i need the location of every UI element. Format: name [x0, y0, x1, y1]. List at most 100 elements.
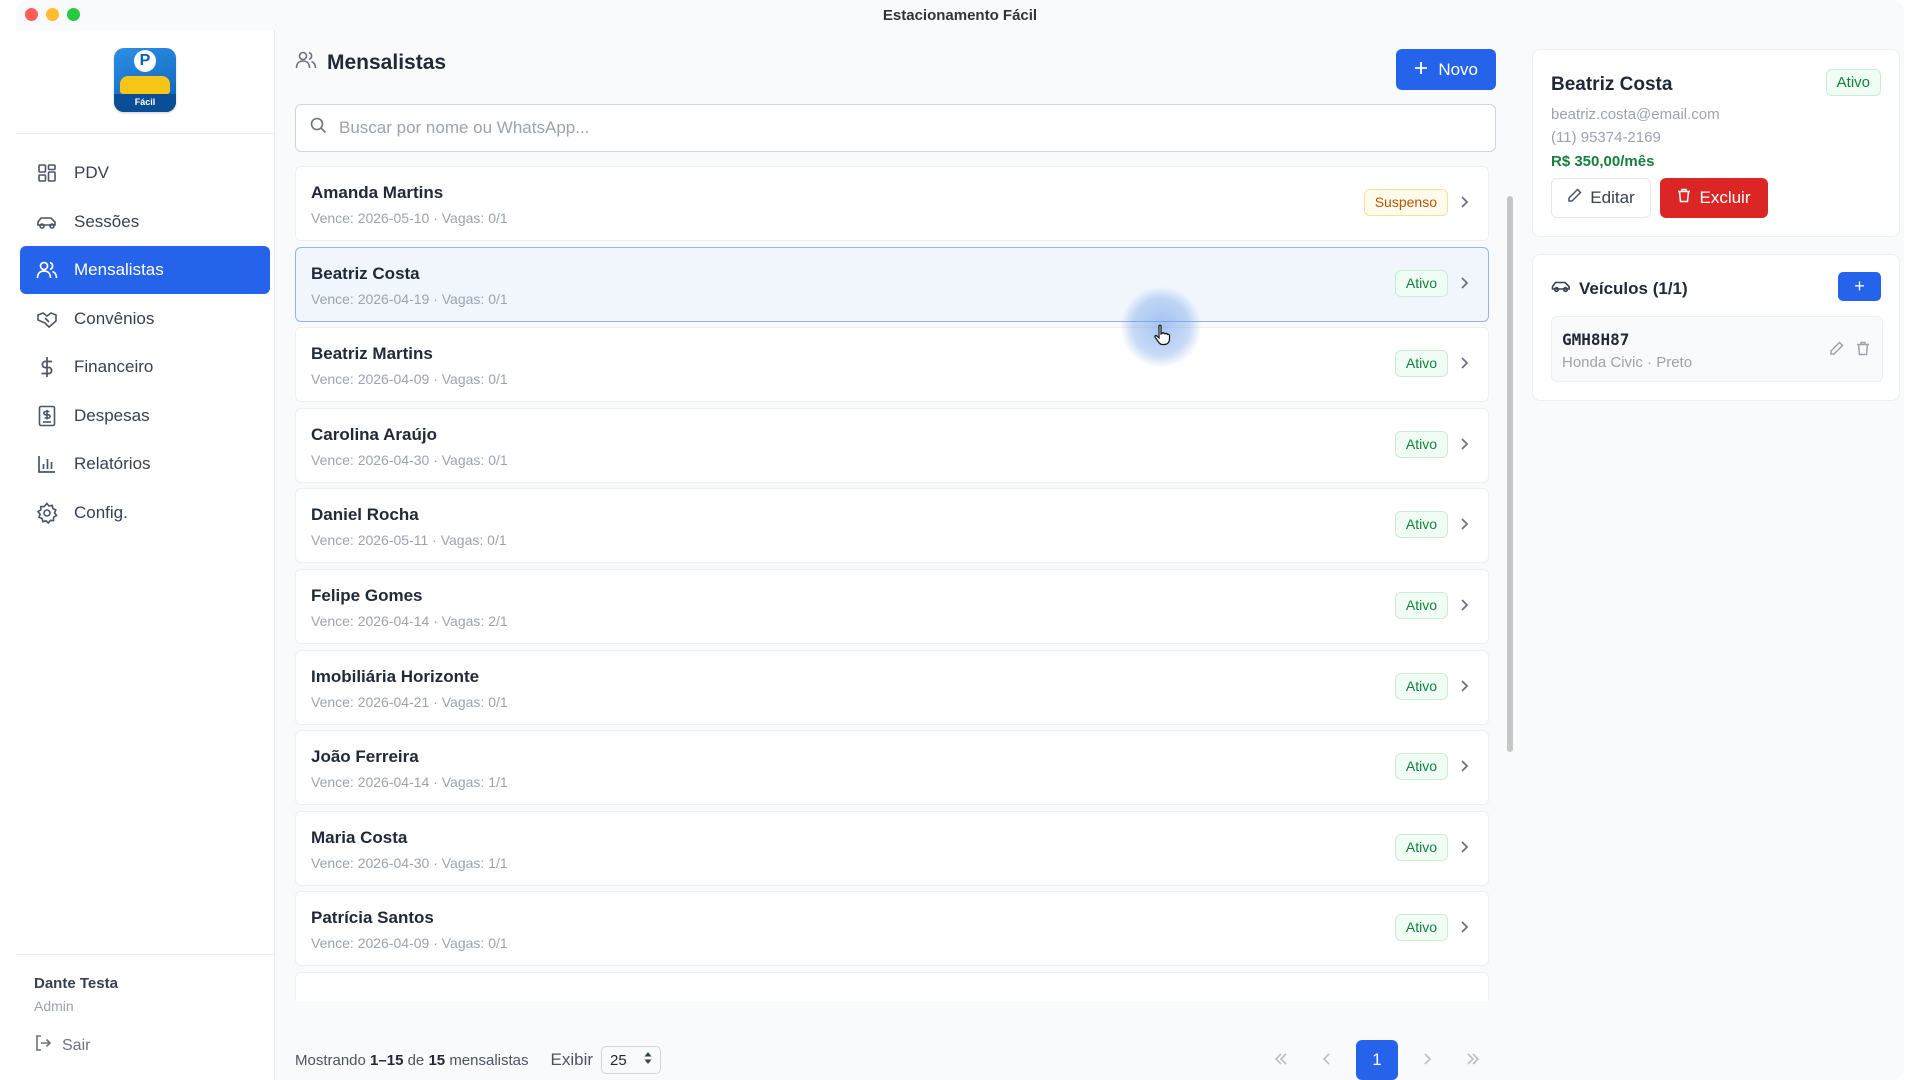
close-window-button[interactable] — [25, 8, 38, 21]
showing-suffix: mensalistas — [449, 1051, 529, 1069]
list-footer: Mostrando 1–15 de 15 mensalistas Exibir … — [295, 1040, 1496, 1080]
list-item[interactable]: Daniel Rocha Vence: 2026-05-11 · Vagas: … — [295, 488, 1489, 564]
member-list: Amanda Martins Vence: 2026-05-10 · Vagas… — [295, 166, 1495, 1001]
chevron-right-icon — [1422, 1050, 1432, 1071]
delete-button[interactable]: Excluir — [1660, 178, 1768, 218]
member-name: Felipe Gomes — [311, 585, 423, 605]
status-badge: Ativo — [1394, 511, 1448, 539]
chevron-right-icon — [1459, 757, 1473, 775]
vehicle-model: Honda Civic · Preto — [1562, 354, 1693, 371]
grid-icon — [36, 162, 58, 184]
vehicles-header: Veículos (1/1) — [1551, 278, 1688, 299]
sidebar: P Fácil PDV Sessões Mensalistas Convênio… — [16, 30, 275, 1080]
handshake-icon — [36, 308, 58, 330]
showing-range: 1–15 — [370, 1051, 404, 1069]
detail-email: beatriz.costa@email.com — [1551, 106, 1720, 123]
user-name: Dante Testa — [34, 975, 118, 992]
first-page-button[interactable] — [1258, 1040, 1304, 1080]
minimize-window-button[interactable] — [46, 8, 59, 21]
sidebar-item-label: Mensalistas — [74, 260, 164, 279]
edit-button-label: Editar — [1590, 188, 1635, 207]
page-button-current[interactable]: 1 — [1356, 1040, 1398, 1080]
list-item[interactable]: Felipe Gomes Vence: 2026-04-14 · Vagas: … — [295, 568, 1489, 644]
sidebar-item-relatorios[interactable]: Relatórios — [20, 440, 270, 488]
trash-icon — [1677, 188, 1691, 208]
vehicle-plate: GMH8H87 — [1562, 330, 1630, 349]
page-title: Mensalistas — [327, 50, 447, 74]
edit-vehicle-pencil-icon[interactable] — [1829, 341, 1844, 361]
car-logo-shape — [120, 76, 170, 94]
vehicles-card: Veículos (1/1) + GMH8H87 Honda Civic · P… — [1532, 254, 1900, 401]
add-vehicle-button[interactable]: + — [1838, 272, 1881, 301]
member-meta: Vence: 2026-04-14 · Vagas: 2/1 — [311, 612, 508, 629]
sidebar-item-pdv[interactable]: PDV — [20, 149, 270, 197]
delete-vehicle-trash-icon[interactable] — [1856, 341, 1870, 361]
vehicle-item: GMH8H87 Honda Civic · Preto — [1551, 316, 1883, 382]
user-block: Dante Testa Admin Sair — [16, 954, 274, 1080]
chevron-right-icon — [1459, 918, 1473, 936]
logo-area: P Fácil — [16, 30, 274, 134]
status-badge: Ativo — [1394, 350, 1448, 378]
list-item[interactable]: Carolina Araújo Vence: 2026-04-30 · Vaga… — [295, 407, 1489, 483]
sidebar-item-mensalistas[interactable]: Mensalistas — [20, 246, 270, 294]
prev-page-button[interactable] — [1304, 1040, 1350, 1080]
detail-status-badge: Ativo — [1825, 69, 1881, 96]
new-button-label: Novo — [1438, 59, 1478, 79]
logo-text: Fácil — [134, 97, 156, 107]
list-item[interactable]: Imobiliária Horizonte Vence: 2026-04-21 … — [295, 649, 1489, 725]
showing-of: de — [407, 1051, 425, 1069]
pencil-icon — [1567, 188, 1582, 208]
new-member-button[interactable]: Novo — [1396, 49, 1496, 90]
gear-icon — [36, 501, 58, 524]
member-name: Maria Costa — [311, 827, 408, 847]
list-item[interactable]: Patrícia Santos Vence: 2026-04-09 · Vaga… — [295, 891, 1489, 967]
chevron-right-icon — [1459, 193, 1473, 211]
member-name: Daniel Rocha — [311, 505, 419, 525]
list-item[interactable]: Maria Costa Vence: 2026-04-30 · Vagas: 1… — [295, 810, 1489, 886]
status-badge: Ativo — [1394, 591, 1448, 619]
list-item[interactable]: João Ferreira Vence: 2026-04-14 · Vagas:… — [295, 730, 1489, 806]
users-icon — [295, 50, 317, 75]
logout-button[interactable]: Sair — [34, 1034, 256, 1057]
sidebar-item-despesas[interactable]: Despesas — [20, 392, 270, 440]
logout-icon — [34, 1034, 52, 1057]
detail-name: Beatriz Costa — [1551, 74, 1673, 95]
list-scrollbar[interactable] — [1507, 196, 1513, 752]
member-detail-card: Beatriz Costa Ativo beatriz.costa@email.… — [1532, 49, 1900, 237]
car-icon — [36, 211, 58, 233]
sidebar-nav: PDV Sessões Mensalistas Convênios Financ… — [16, 149, 274, 537]
chevron-right-icon — [1459, 354, 1473, 372]
status-badge: Ativo — [1394, 753, 1448, 781]
list-item[interactable]: Amanda Martins Vence: 2026-05-10 · Vagas… — [295, 166, 1489, 241]
main-content: Mensalistas Novo Amanda Martins Vence: 2… — [275, 30, 1513, 1080]
showing-prefix: Mostrando — [295, 1051, 366, 1069]
per-page-select[interactable]: 25 — [601, 1046, 662, 1074]
sidebar-item-label: Despesas — [74, 405, 150, 425]
list-item[interactable] — [295, 971, 1489, 1001]
receipt-icon — [36, 405, 58, 427]
search-input[interactable] — [339, 118, 1406, 138]
member-meta: Vence: 2026-04-14 · Vagas: 1/1 — [311, 774, 508, 791]
app-window: Estacionamento Fácil P Fácil PDV Sessões… — [16, 0, 1904, 1080]
status-badge: Ativo — [1394, 914, 1448, 942]
sidebar-item-label: Convênios — [74, 308, 155, 328]
edit-button[interactable]: Editar — [1551, 178, 1651, 218]
sidebar-item-sessoes[interactable]: Sessões — [20, 198, 270, 246]
window-controls — [25, 8, 80, 21]
chevron-right-icon — [1459, 838, 1473, 856]
sidebar-item-financeiro[interactable]: Financeiro — [20, 343, 270, 391]
window-title: Estacionamento Fácil — [882, 6, 1038, 24]
member-meta: Vence: 2026-04-30 · Vagas: 0/1 — [311, 451, 508, 468]
chevron-right-icon — [1459, 515, 1473, 533]
list-item[interactable]: Beatriz Martins Vence: 2026-04-09 · Vaga… — [295, 327, 1489, 403]
double-chevron-left-icon — [1273, 1050, 1289, 1071]
sidebar-item-convenios[interactable]: Convênios — [20, 295, 270, 343]
list-item[interactable]: Beatriz Costa Vence: 2026-04-19 · Vagas:… — [295, 246, 1489, 322]
status-badge: Ativo — [1394, 269, 1448, 297]
status-badge: Suspenso — [1363, 189, 1448, 216]
maximize-window-button[interactable] — [67, 8, 80, 21]
next-page-button[interactable] — [1404, 1040, 1450, 1080]
last-page-button[interactable] — [1450, 1040, 1496, 1080]
sidebar-item-config[interactable]: Config. — [20, 489, 270, 537]
plus-icon — [1414, 60, 1428, 80]
